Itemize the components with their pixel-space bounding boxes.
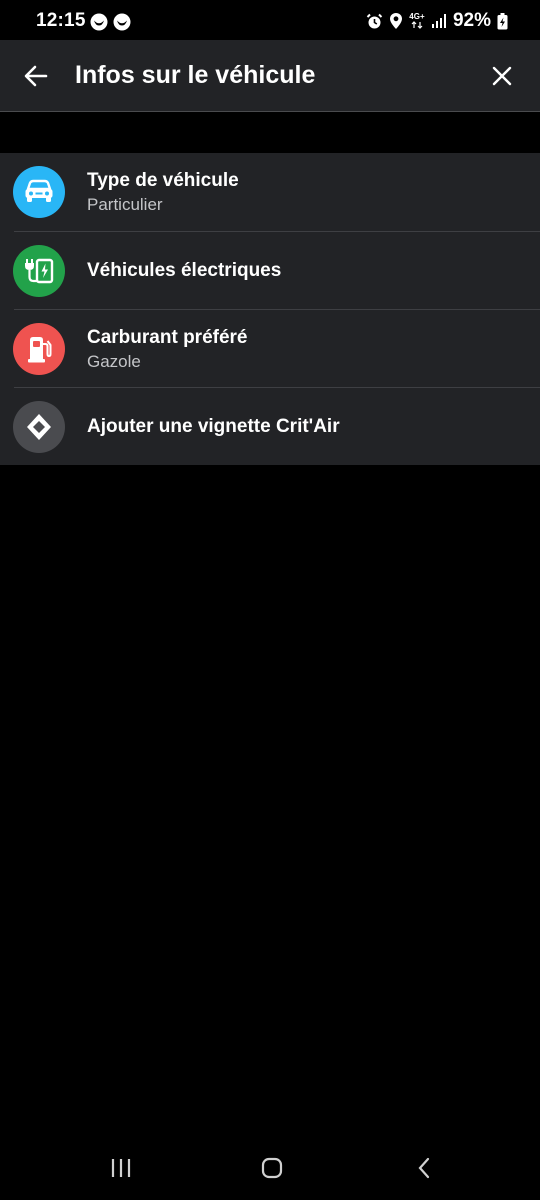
status-time: 12:15 (36, 10, 86, 31)
chevron-left-icon (418, 1157, 430, 1179)
item-subtitle: Particulier (87, 195, 163, 214)
fuel-pump-icon (28, 337, 52, 363)
close-button[interactable] (484, 58, 520, 94)
page-title: Infos sur le véhicule (75, 61, 316, 89)
location-icon (389, 13, 402, 29)
list-item-preferred-fuel[interactable]: Carburant préféré Gazole (13, 309, 540, 388)
item-title: Carburant préféré (87, 327, 248, 348)
vehicle-settings-list: Type de véhicule Particulier Véhicules é… (0, 153, 540, 465)
list-item-critair-sticker[interactable]: Ajouter une vignette Crit'Air (13, 387, 540, 466)
item-text: Carburant préféré Gazole (87, 310, 248, 388)
alarm-icon (366, 13, 383, 28)
item-title: Véhicules électriques (87, 260, 282, 281)
car-icon (25, 179, 53, 202)
data-arrows-icon (411, 21, 423, 29)
item-title: Type de véhicule (87, 170, 239, 191)
item-subtitle: Gazole (87, 352, 141, 371)
status-bar: 12:15 4G+ 92% (0, 0, 540, 40)
notification-app-icon (90, 13, 108, 31)
ev-charger-icon (25, 258, 54, 284)
list-item-electric-vehicles[interactable]: Véhicules électriques (13, 231, 540, 310)
app-header: Infos sur le véhicule (0, 40, 540, 112)
car-icon-badge (13, 166, 65, 218)
ev-charger-icon-badge (13, 245, 65, 297)
recent-apps-icon (111, 1159, 131, 1177)
status-notification-icons (90, 13, 131, 31)
network-indicator: 4G+ (409, 13, 425, 29)
critair-diamond-icon (27, 414, 51, 440)
item-title: Ajouter une vignette Crit'Air (87, 416, 340, 437)
home-icon (261, 1157, 283, 1179)
item-text: Véhicules électriques (87, 232, 281, 310)
arrow-left-icon (24, 65, 48, 87)
critair-diamond-icon-badge (13, 401, 65, 453)
battery-charging-icon (497, 12, 508, 29)
battery-percentage: 92% (452, 10, 491, 31)
back-button[interactable] (18, 58, 54, 94)
back-nav-button[interactable] (404, 1148, 444, 1188)
system-navigation-bar (0, 1136, 540, 1200)
notification-app-icon (113, 13, 131, 31)
status-right-icons: 4G+ 92% (366, 10, 508, 32)
close-icon (492, 66, 512, 86)
network-type-label: 4G+ (409, 12, 425, 21)
item-text: Type de véhicule Particulier (87, 153, 239, 231)
recent-apps-button[interactable] (101, 1148, 141, 1188)
list-item-vehicle-type[interactable]: Type de véhicule Particulier (0, 153, 540, 231)
fuel-pump-icon-badge (13, 323, 65, 375)
home-button[interactable] (252, 1148, 292, 1188)
signal-icon (431, 14, 446, 28)
item-text: Ajouter une vignette Crit'Air (87, 388, 340, 466)
